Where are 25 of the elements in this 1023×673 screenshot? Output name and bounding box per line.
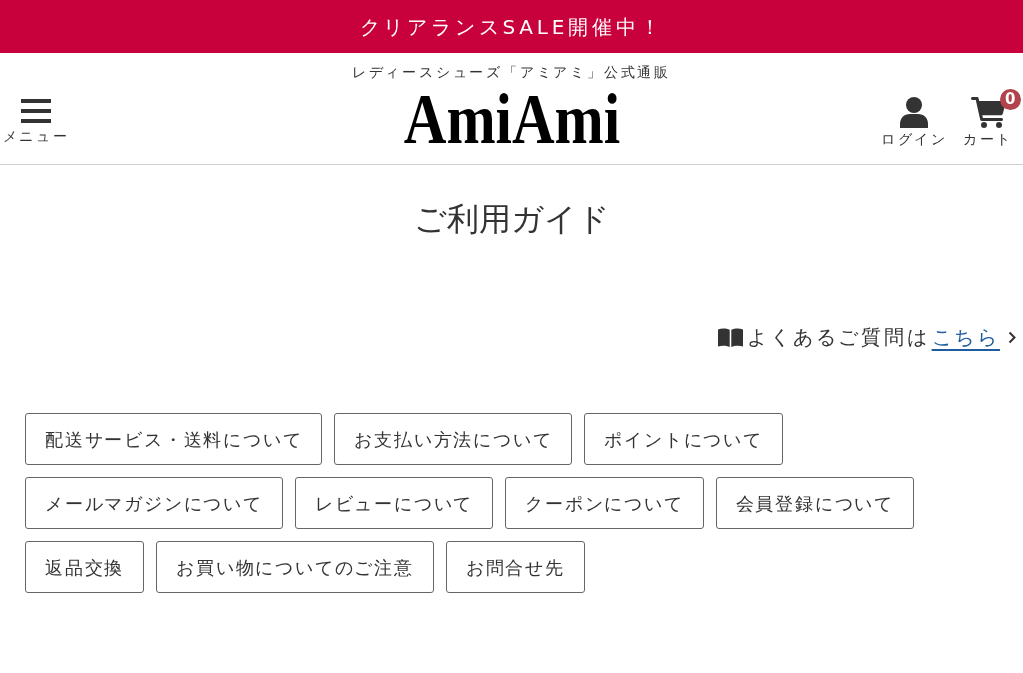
menu-button[interactable]: メニュー [0,99,72,144]
faq-text: よくあるご質問は [747,324,930,351]
guide-link-button[interactable]: お支払い方法について [334,413,573,465]
guide-link-button[interactable]: お問合せ先 [445,541,585,593]
login-button[interactable]: ログイン [881,97,948,147]
sale-banner[interactable]: クリアランスSALE開催中！ [0,0,1023,53]
tagline: レディースシューズ「アミアミ」公式通販 [351,63,672,81]
faq-link[interactable]: こちら [931,322,1000,352]
guide-link-button[interactable]: ポイントについて [584,413,783,465]
guide-link-button[interactable]: 会員登録について [715,477,915,529]
cart-count-badge: 0 [999,89,1021,110]
guide-link-button[interactable]: 配送サービス・送料について [25,413,323,465]
guide-link-button[interactable]: レビューについて [294,477,494,529]
page-title: ご利用ガイド [413,199,610,239]
guide-link-button[interactable]: メールマガジンについて [25,477,283,529]
guide-link-button[interactable]: 返品交換 [25,541,145,593]
book-icon [718,327,744,347]
banner-text: クリアランスSALE開催中！ [359,13,664,41]
guide-link-button[interactable]: クーポンについて [505,477,704,529]
cart-icon [970,97,1006,128]
user-icon [900,97,929,128]
chevron-right-icon [1008,330,1016,344]
logo[interactable]: AmiAmi [403,83,620,155]
guide-link-button[interactable]: お買い物についてのご注意 [156,541,434,593]
menu-icon [21,99,51,123]
